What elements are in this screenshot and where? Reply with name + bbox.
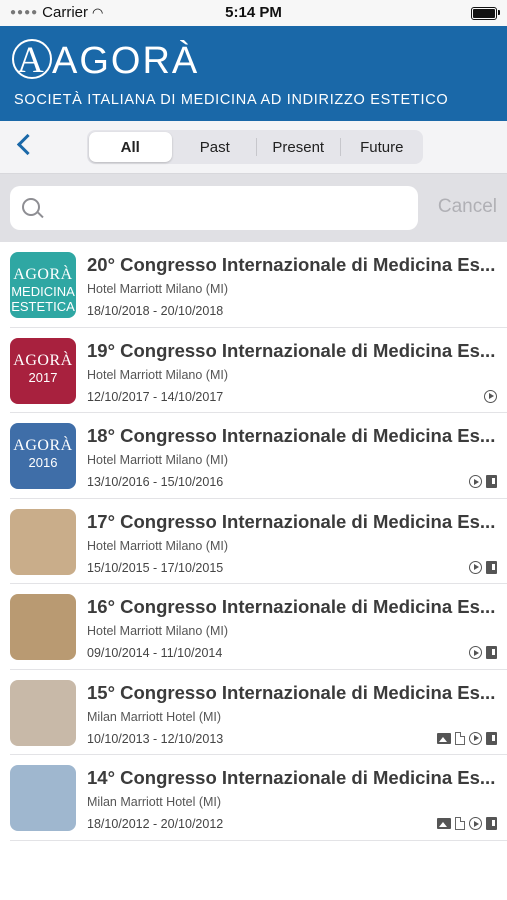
event-title: 20° Congresso Internazionale di Medicina… <box>87 254 496 275</box>
event-dates: 09/10/2014 - 11/10/2014 <box>87 646 223 660</box>
play-icon <box>469 731 482 745</box>
thumbnail-sublabel: MEDICINA ESTETICA <box>11 284 75 314</box>
segment-past[interactable]: Past <box>174 130 257 164</box>
list-item[interactable]: AGORÀ MEDICINA ESTETICA 20° Congresso Inte… <box>0 242 507 328</box>
brand-subtitle: SOCIETÀ ITALIANA DI MEDICINA AD INDIRIZZ… <box>14 92 449 108</box>
event-thumbnail: AGORÀ 2016 <box>10 423 76 489</box>
list-item[interactable]: 15° Congresso Internazionale di Medicina… <box>0 670 507 755</box>
event-resource-icons <box>484 389 497 403</box>
header-banner: AGORÀ SOCIETÀ ITALIANA DI MEDICINA AD IN… <box>0 26 507 121</box>
event-venue: Hotel Marriott Milano (MI) <box>87 367 228 382</box>
event-venue: Hotel Marriott Milano (MI) <box>87 453 228 467</box>
event-resource-icons <box>437 817 497 830</box>
brand-title: AGORÀ <box>52 40 200 82</box>
image-icon <box>437 818 451 829</box>
book-icon <box>486 817 497 830</box>
event-resource-icons <box>469 646 497 659</box>
event-title: 14° Congresso Internazionale di Medicina… <box>87 767 496 788</box>
event-venue: Hotel Marriott Milano (MI) <box>87 624 228 638</box>
event-resource-icons <box>469 560 497 574</box>
event-title: 18° Congresso Internazionale di Medicina… <box>87 425 496 446</box>
list-item[interactable]: 16° Congresso Internazionale di Medicina… <box>0 584 507 670</box>
agora-logo-icon <box>12 39 52 82</box>
thumbnail-sublabel: 2017 <box>28 369 58 385</box>
book-icon <box>486 646 497 659</box>
status-bar: ●●●● Carrier ◠ 5:14 PM <box>0 0 507 26</box>
event-dates: 15/10/2015 - 17/10/2015 <box>87 560 224 575</box>
event-venue: Milan Marriott Hotel (MI) <box>87 795 222 809</box>
filter-bar: All Past Present Future <box>0 121 507 174</box>
event-dates: 13/10/2016 - 15/10/2016 <box>87 475 224 489</box>
row-divider <box>10 839 507 841</box>
event-thumbnail <box>10 508 76 575</box>
book-icon <box>486 560 497 574</box>
book-icon <box>486 731 497 745</box>
thumbnail-label: AGORÀ <box>13 351 73 369</box>
list-item[interactable]: 17° Congresso Internazionale di Medicina… <box>0 499 507 584</box>
thumbnail-label: AGORÀ <box>13 437 73 454</box>
play-icon <box>469 646 482 659</box>
play-icon <box>469 817 482 830</box>
event-title: 17° Congresso Internazionale di Medicina… <box>87 510 496 532</box>
event-resource-icons <box>469 475 497 488</box>
event-thumbnail: AGORÀ 2017 <box>10 337 76 404</box>
event-dates: 10/10/2013 - 12/10/2013 <box>87 731 224 746</box>
document-icon <box>455 731 465 745</box>
search-input[interactable] <box>10 186 418 230</box>
segmented-control: All Past Present Future <box>87 130 423 164</box>
event-resource-icons <box>437 731 497 745</box>
play-icon <box>484 389 497 403</box>
event-dates: 18/10/2018 - 20/10/2018 <box>87 304 224 318</box>
event-venue: Hotel Marriott Milano (MI) <box>87 538 228 553</box>
event-thumbnail <box>10 594 76 660</box>
document-icon <box>455 817 465 830</box>
search-bar: Cancel <box>0 174 507 242</box>
battery-icon <box>471 7 497 20</box>
segment-future[interactable]: Future <box>341 130 424 164</box>
thumbnail-label: AGORÀ <box>13 266 73 283</box>
event-title: 15° Congresso Internazionale di Medicina… <box>87 681 496 703</box>
event-title: 19° Congresso Internazionale di Medicina… <box>87 339 496 361</box>
list-item[interactable]: AGORÀ 2017 19° Congresso Internazionale di… <box>0 328 507 413</box>
event-venue: Hotel Marriott Milano (MI) <box>87 282 228 296</box>
back-button[interactable] <box>12 133 38 159</box>
event-thumbnail: AGORÀ MEDICINA ESTETICA <box>10 252 76 318</box>
list-item[interactable]: AGORÀ 2016 18° Congresso Internazionale di… <box>0 413 507 499</box>
event-dates: 18/10/2012 - 20/10/2012 <box>87 817 224 831</box>
image-icon <box>437 732 451 744</box>
play-icon <box>469 475 482 488</box>
thumbnail-sublabel: 2016 <box>28 455 58 470</box>
segment-all[interactable]: All <box>89 132 172 162</box>
segment-present[interactable]: Present <box>257 130 340 164</box>
event-thumbnail <box>10 765 76 831</box>
event-venue: Milan Marriott Hotel (MI) <box>87 709 222 724</box>
event-list: AGORÀ MEDICINA ESTETICA 20° Congresso Inte… <box>0 242 507 841</box>
book-icon <box>486 475 497 488</box>
event-thumbnail <box>10 679 76 746</box>
list-item[interactable]: 14° Congresso Internazionale di Medicina… <box>0 755 507 841</box>
event-dates: 12/10/2017 - 14/10/2017 <box>87 389 224 404</box>
event-title: 16° Congresso Internazionale di Medicina… <box>87 596 496 617</box>
clock: 5:14 PM <box>225 4 282 21</box>
search-icon <box>22 198 40 216</box>
cancel-button[interactable]: Cancel <box>438 196 497 218</box>
play-icon <box>469 560 482 574</box>
